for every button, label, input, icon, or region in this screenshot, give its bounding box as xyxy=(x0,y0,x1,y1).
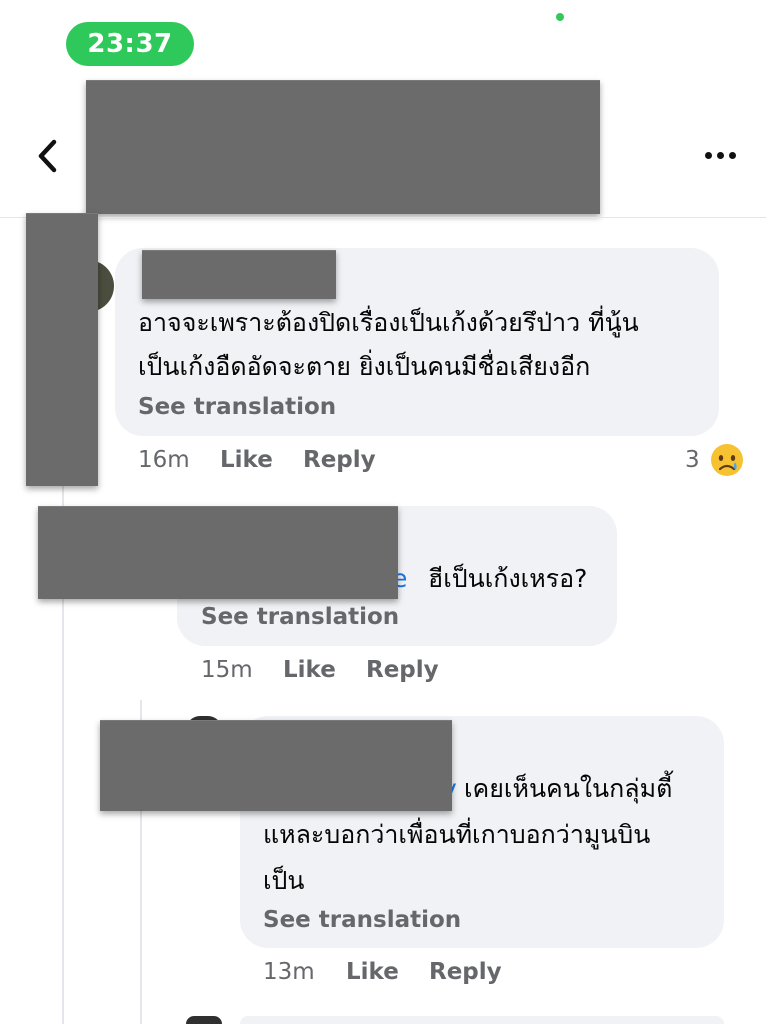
reply-text-line: แหละบอกว่าเพื่อนที่เกาบอกว่ามูนบิน xyxy=(263,820,651,849)
back-button[interactable] xyxy=(30,134,66,178)
see-translation-link[interactable]: See translation xyxy=(263,907,461,933)
status-time: 23:37 xyxy=(66,22,194,66)
see-translation-link[interactable]: See translation xyxy=(201,604,399,630)
see-translation-link[interactable]: See translation xyxy=(138,394,336,420)
sad-tear-emoji-icon[interactable] xyxy=(710,443,744,477)
reply-text: ฮีเป็นเก้งเหรอ? xyxy=(428,564,588,593)
chevron-left-icon xyxy=(38,139,57,173)
like-button[interactable]: Like xyxy=(346,959,399,985)
more-dots-icon xyxy=(704,151,712,159)
comment-timestamp: 15m xyxy=(201,657,253,683)
more-options-button[interactable] xyxy=(698,140,742,170)
redacted-avatar xyxy=(26,213,98,486)
camera-indicator-dot xyxy=(556,13,564,21)
reply-text-line: เคยเห็นคนในกลุ่มตี้ xyxy=(464,774,673,803)
reply-button[interactable]: Reply xyxy=(429,959,502,985)
comment-text-line: เป็นเก้งอืดอัดจะตาย ยิ่งเป็นคนมีชื่อเสีย… xyxy=(138,352,591,381)
redacted-title xyxy=(86,80,600,214)
redacted-author-block xyxy=(38,506,398,599)
reply-text-line: เป็น xyxy=(263,866,305,895)
avatar[interactable] xyxy=(186,1016,222,1024)
comment-text-line: อาจจะเพราะต้องปิดเรื่องเป็นเก้งด้วยรึป่า… xyxy=(138,308,639,337)
reply-button[interactable]: Reply xyxy=(303,447,376,473)
redacted-author-name xyxy=(142,250,336,299)
like-button[interactable]: Like xyxy=(220,447,273,473)
comment-timestamp: 16m xyxy=(138,447,190,473)
comment-timestamp: 13m xyxy=(263,959,315,985)
redacted-author-block xyxy=(100,720,452,811)
reply-bubble xyxy=(240,1016,724,1024)
reaction-count[interactable]: 3 xyxy=(685,447,700,473)
header-divider xyxy=(0,217,766,218)
like-button[interactable]: Like xyxy=(283,657,336,683)
reply-button[interactable]: Reply xyxy=(366,657,439,683)
